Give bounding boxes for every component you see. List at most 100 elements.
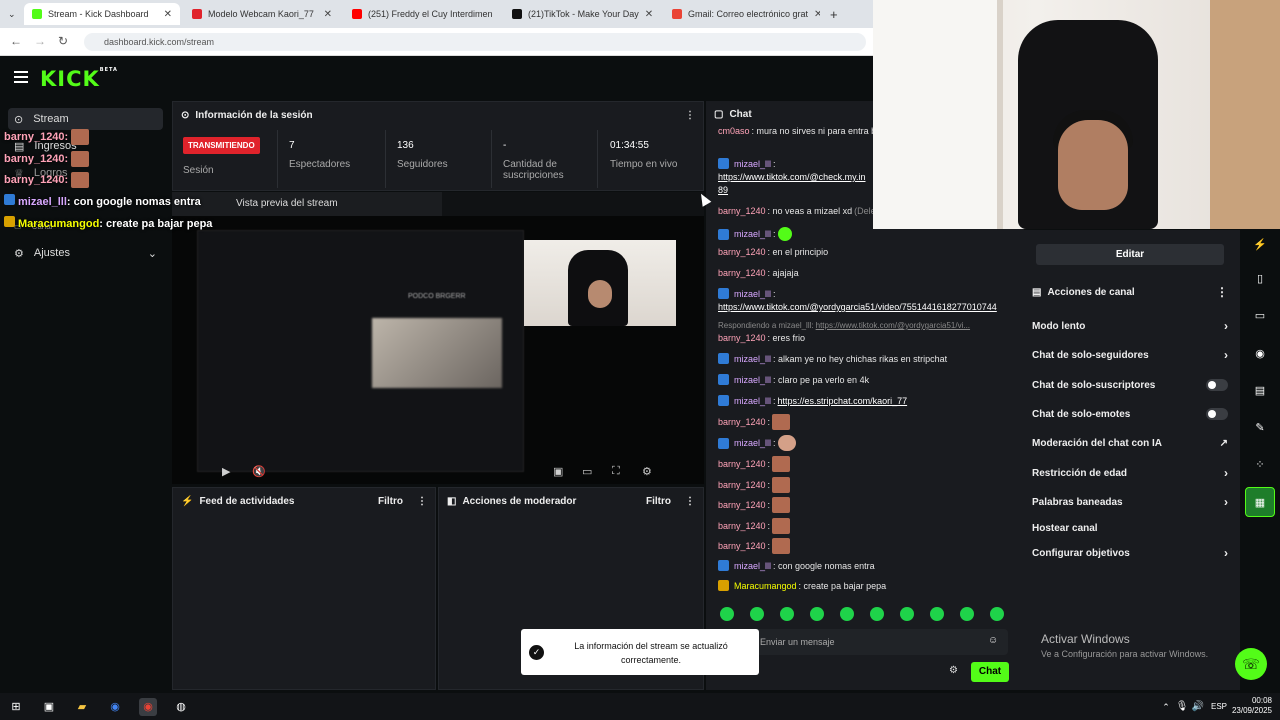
emote-icon[interactable] <box>960 607 974 621</box>
fullscreen-icon[interactable]: ⛶ <box>612 465 620 478</box>
chat-message: mizael_lll: <box>718 288 776 299</box>
chat-message: Maracumangod: create pa bajar pepa <box>718 580 886 591</box>
filter-button[interactable]: Filtro <box>378 496 403 507</box>
tab-kick-dashboard[interactable]: Stream - Kick Dashboard ✕ <box>24 3 180 25</box>
clapper-icon[interactable]: ▦ <box>1245 487 1275 517</box>
logo-beta: BETA <box>99 67 118 73</box>
action-ai-moderation[interactable]: Moderación del chat con IA ↗ <box>1032 434 1228 452</box>
back-icon[interactable]: ← <box>10 34 22 48</box>
emotes-only-toggle[interactable] <box>1206 408 1228 420</box>
broadcast-icon[interactable]: ◉ <box>1245 339 1275 369</box>
edit-button[interactable]: Editar <box>1036 244 1224 265</box>
action-host-channel[interactable]: Hostear canal <box>1032 519 1228 537</box>
emote-icon[interactable] <box>840 607 854 621</box>
speaker-icon[interactable]: 🔊 <box>1189 698 1207 716</box>
chat-link[interactable]: 89 <box>718 185 728 195</box>
tab-youtube[interactable]: (251) Freddy el Cuy Interdimen ✕ <box>344 3 500 25</box>
reload-icon[interactable]: ↻ <box>58 34 68 48</box>
url-field[interactable]: dashboard.kick.com/stream <box>84 33 866 51</box>
nodes-icon[interactable]: ⁘ <box>1245 450 1275 480</box>
chat-text: : con google nomas entra <box>773 560 875 571</box>
divider <box>491 130 492 188</box>
address-bar: ← → ↻ dashboard.kick.com/stream <box>0 28 873 56</box>
file-explorer-icon[interactable]: ▰ <box>73 698 91 716</box>
browser-tab-bar: ⌄ Stream - Kick Dashboard ✕ Modelo Webca… <box>0 0 873 28</box>
forward-icon[interactable]: → <box>34 34 46 48</box>
tab-list-button[interactable]: ⌄ <box>0 3 20 25</box>
badge-icon <box>718 437 729 449</box>
emote-icon[interactable] <box>780 607 794 621</box>
close-icon[interactable]: ✕ <box>324 9 332 20</box>
chat-link[interactable]: https://www.tiktok.com/@yordygarcia51/vi… <box>816 321 970 330</box>
send-chat-button[interactable]: Chat <box>971 662 1009 682</box>
crown-badge-icon <box>4 216 15 227</box>
action-banned-words[interactable]: Palabras baneadas › <box>1032 493 1228 511</box>
emote-icon[interactable] <box>900 607 914 621</box>
layout-icon[interactable]: ▤ <box>1245 376 1275 406</box>
webcam-overlay <box>873 0 1280 229</box>
gear-icon[interactable]: ⚙ <box>949 665 958 676</box>
chat-message: mizael_lll: claro pe pa verlo en 4k <box>718 374 869 385</box>
chat-bubble-icon[interactable]: ▭ <box>1245 301 1275 331</box>
action-slow-mode[interactable]: Modo lento › <box>1032 317 1228 335</box>
emote-icon[interactable] <box>720 607 734 621</box>
close-icon[interactable]: ✕ <box>645 9 653 20</box>
play-icon[interactable]: ▶ <box>222 465 230 478</box>
kebab-icon[interactable]: ⋮ <box>417 496 427 507</box>
action-followers-only[interactable]: Chat de solo-seguidores › <box>1032 346 1228 364</box>
emote-icon[interactable] <box>870 607 884 621</box>
emote-icon[interactable] <box>990 607 1004 621</box>
bolt-icon[interactable]: ⚡ <box>1245 230 1275 260</box>
emote-icon[interactable] <box>930 607 944 621</box>
chrome-active-icon[interactable]: ◉ <box>139 698 157 716</box>
sidebar-item-stream[interactable]: ⊙ Stream <box>8 108 163 130</box>
theater-icon[interactable]: ▭ <box>582 465 592 478</box>
pip-icon[interactable]: ▣ <box>553 465 563 478</box>
chat-link[interactable]: https://www.tiktok.com/@check.my.in <box>718 172 866 182</box>
action-configure-goals[interactable]: Configurar objetivos › <box>1032 544 1228 562</box>
kebab-icon[interactable]: ⋮ <box>1216 285 1228 299</box>
subscribers-only-toggle[interactable] <box>1206 379 1228 391</box>
filter-button[interactable]: Filtro <box>646 496 671 507</box>
wrench-icon[interactable]: ✎ <box>1245 413 1275 443</box>
tab-tiktok[interactable]: (21)TikTok - Make Your Day ✕ <box>504 3 660 25</box>
emote-icon[interactable] <box>750 607 764 621</box>
chat-username: barny_1240 <box>718 206 766 216</box>
support-icon[interactable]: ☏ <box>1235 648 1267 680</box>
document-icon[interactable]: ▯ <box>1245 264 1275 294</box>
close-icon[interactable]: ✕ <box>164 9 172 20</box>
chat-username: barny_1240 <box>718 247 766 257</box>
new-tab-button[interactable]: + <box>822 3 842 25</box>
close-icon[interactable]: ✕ <box>814 9 820 20</box>
tab-webcam[interactable]: Modelo Webcam Kaori_77 ✕ <box>184 3 340 25</box>
action-age-restriction[interactable]: Restricción de edad › <box>1032 464 1228 482</box>
success-toast[interactable]: ✓ La información del stream se actualizó… <box>521 629 759 675</box>
kebab-icon[interactable]: ⋮ <box>685 110 695 121</box>
chat-username: barny_1240 <box>718 541 766 551</box>
close-icon[interactable]: ✕ <box>499 9 500 20</box>
stat-label: Seguidores <box>397 159 448 170</box>
windows-start-icon[interactable]: ⊞ <box>7 698 25 716</box>
chat-input[interactable]: Enviar un mensaje <box>720 629 1008 655</box>
divider <box>277 130 278 188</box>
language-indicator[interactable]: ESP <box>1211 702 1227 711</box>
clock[interactable]: 00:08 23/09/2025 <box>1232 696 1272 716</box>
preview-video[interactable]: PODCO BRGERR ▶ 🔇 ▣ ▭ ⛶ ⚙ <box>172 216 704 484</box>
chat-link[interactable]: https://www.tiktok.com/@yordygarcia51/vi… <box>718 302 997 312</box>
chrome-icon[interactable]: ◉ <box>106 698 124 716</box>
emoji-icon[interactable]: ☺ <box>988 635 998 646</box>
chat-link[interactable]: https://es.stripchat.com/kaori_77 <box>778 396 908 406</box>
sidebar-item-ajustes[interactable]: ⚙ Ajustes ⌄ <box>8 242 163 264</box>
bolt-icon: ⚡ <box>181 495 194 507</box>
kebab-icon[interactable]: ⋮ <box>685 496 695 507</box>
settings-icon[interactable]: ⚙ <box>642 465 652 478</box>
tiktok-favicon-icon <box>512 9 522 19</box>
kick-header: KICKBETA <box>0 57 873 99</box>
kick-logo[interactable]: KICKBETA <box>40 67 118 91</box>
emote-icon[interactable] <box>810 607 824 621</box>
menu-icon[interactable] <box>14 71 28 83</box>
mute-icon[interactable]: 🔇 <box>252 465 266 478</box>
obs-icon[interactable]: ◍ <box>172 698 190 716</box>
tab-gmail[interactable]: Gmail: Correo electrónico grat ✕ <box>664 3 820 25</box>
store-icon[interactable]: ▣ <box>40 698 58 716</box>
